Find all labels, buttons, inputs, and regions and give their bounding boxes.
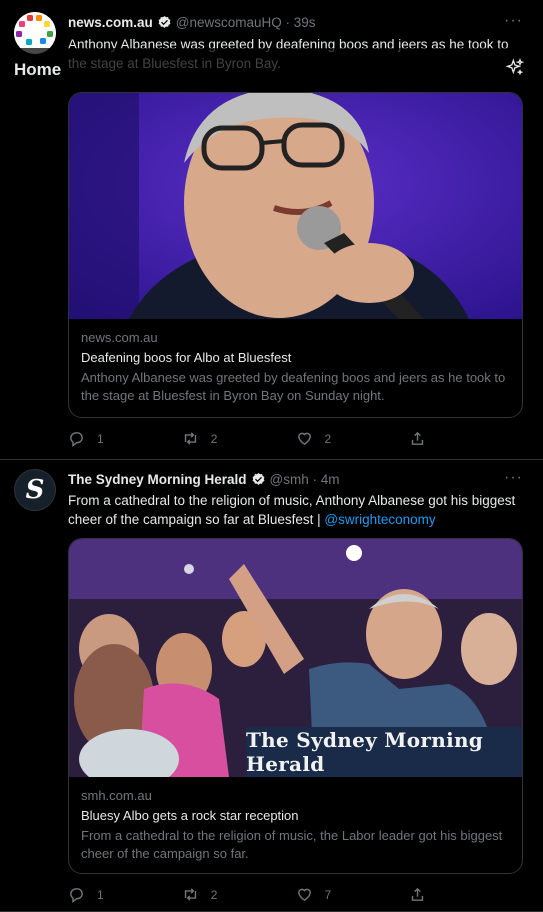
retweet-button[interactable]: 2 — [182, 430, 296, 447]
tweet-header: news.com.au @newscomauHQ · 39s — [68, 15, 316, 30]
reply-count: 1 — [97, 431, 104, 446]
card-description: Anthony Albanese was greeted by deafenin… — [81, 370, 506, 403]
retweet-count: 2 — [210, 431, 218, 446]
tweet-header: The Sydney Morning Herald @smh · 4m — [68, 472, 340, 487]
author-handle[interactable]: @smh · 4m — [270, 472, 340, 487]
smh-masthead: The Sydney Morning Herald — [246, 727, 522, 777]
share-button[interactable] — [409, 886, 523, 903]
reply-icon — [70, 888, 83, 903]
retweet-button[interactable]: 2 — [182, 886, 296, 903]
card-description: From a cathedral to the religion of musi… — [81, 828, 503, 861]
more-options-icon[interactable]: ··· — [504, 12, 523, 30]
retweet-icon — [184, 888, 196, 901]
like-button[interactable]: 2 — [296, 430, 410, 447]
tweet-text: From a cathedral to the religion of musi… — [68, 491, 523, 529]
tweet[interactable]: S The Sydney Morning Herald @smh · 4m ··… — [0, 460, 543, 912]
author-name[interactable]: news.com.au — [68, 15, 153, 30]
sparkle-icon[interactable] — [505, 58, 525, 78]
card-title: Bluesy Albo gets a rock star reception — [81, 808, 299, 823]
card-title: Deafening boos for Albo at Bluesfest — [81, 350, 292, 365]
link-card[interactable]: news.com.au Deafening boos for Albo at B… — [68, 92, 523, 418]
reply-button[interactable]: 1 — [68, 886, 182, 903]
avatar[interactable]: S — [14, 469, 56, 511]
card-domain: news.com.au — [81, 330, 158, 345]
mention-link[interactable]: @swrighteconomy — [324, 512, 435, 527]
verified-badge-icon — [252, 472, 264, 485]
retweet-icon — [184, 432, 196, 445]
author-name[interactable]: The Sydney Morning Herald — [68, 472, 247, 487]
like-button[interactable]: 7 — [296, 886, 410, 903]
top-bar — [0, 48, 543, 92]
tweet-text-body: From a cathedral to the religion of musi… — [68, 493, 516, 527]
share-icon — [412, 887, 424, 901]
reply-button[interactable]: 1 — [68, 430, 182, 447]
heart-icon — [297, 432, 311, 446]
page-title: Home — [14, 60, 62, 79]
heart-icon — [297, 888, 311, 902]
timeline: news.com.au @newscomauHQ · 39s ··· Antho… — [0, 0, 543, 912]
card-body: smh.com.au Bluesy Albo gets a rock star … — [69, 777, 522, 873]
card-image — [69, 93, 522, 319]
smh-logo-icon: S — [25, 475, 45, 505]
like-count: 2 — [324, 431, 332, 446]
photo-albanese-icon — [69, 93, 522, 319]
verified-badge-icon — [158, 15, 171, 28]
tweet-actions: 1 2 7 — [68, 886, 523, 903]
link-card[interactable]: The Sydney Morning Herald smh.com.au Blu… — [68, 538, 523, 874]
retweet-count: 2 — [210, 887, 218, 902]
reply-count: 1 — [97, 887, 104, 902]
more-options-icon[interactable]: ··· — [504, 469, 523, 487]
reply-icon — [70, 432, 83, 447]
card-image: The Sydney Morning Herald — [69, 539, 522, 789]
share-icon — [412, 431, 424, 445]
card-domain: smh.com.au — [81, 788, 152, 803]
card-body: news.com.au Deafening boos for Albo at B… — [69, 319, 522, 415]
tweet-actions: 1 2 2 — [68, 430, 523, 447]
author-handle[interactable]: @newscomauHQ · 39s — [176, 15, 316, 30]
like-count: 7 — [324, 887, 332, 902]
share-button[interactable] — [409, 430, 523, 447]
